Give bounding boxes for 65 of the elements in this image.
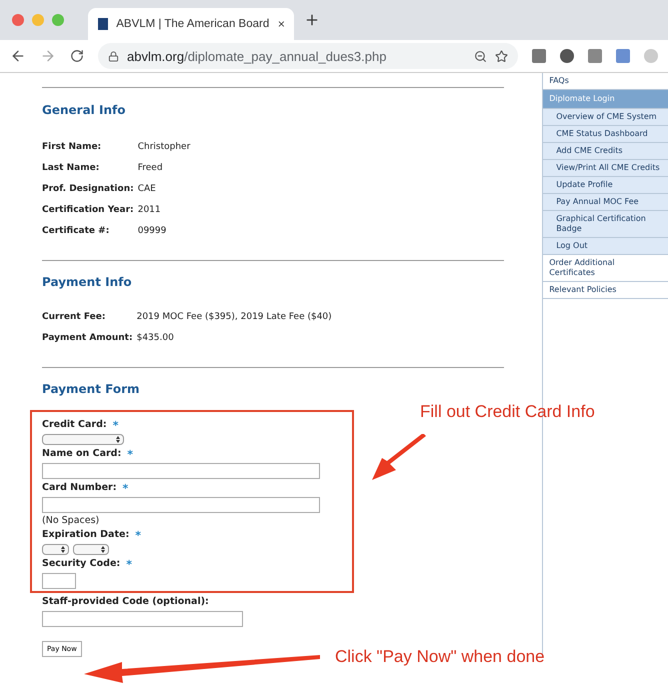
zoom-icon[interactable] [474, 50, 487, 62]
field-label: First Name: [42, 141, 102, 154]
annotation-text: Fill out Credit Card Info [420, 402, 595, 422]
stepper-icon [101, 546, 105, 553]
field-value: 2019 MOC Fee ($395), 2019 Late Fee ($40) [136, 311, 333, 324]
reload-icon[interactable] [70, 49, 84, 63]
field-value: $435.00 [136, 332, 175, 345]
field-value: 09999 [138, 225, 168, 238]
credit-card-select[interactable] [42, 434, 124, 445]
forward-icon[interactable] [40, 48, 56, 64]
required-mark: * [122, 482, 128, 495]
field-value: 2011 [138, 204, 162, 217]
extension-icon[interactable] [560, 49, 574, 63]
input-field[interactable] [42, 497, 320, 513]
year-select[interactable] [73, 544, 109, 555]
close-window-control[interactable] [12, 14, 24, 26]
section-heading: Payment Info [42, 275, 133, 289]
field-label: Expiration Date: [42, 529, 130, 540]
sidebar-item[interactable]: Graphical Certification Badge [543, 211, 668, 238]
required-mark: * [126, 558, 132, 571]
stepper-icon [61, 546, 65, 553]
field-hint: (No Spaces) [42, 515, 100, 526]
required-mark: * [135, 529, 142, 542]
stepper-icon [116, 436, 120, 443]
new-tab-icon[interactable] [304, 12, 320, 28]
field-label: Card Number: [42, 482, 117, 493]
field-value: Freed [138, 162, 164, 175]
input-field[interactable] [42, 611, 243, 627]
input-field[interactable] [42, 463, 320, 479]
sidebar-item[interactable]: View/Print All CME Credits [543, 160, 668, 177]
field-label: Staff-provided Code (optional): [42, 596, 209, 607]
field-label: Payment Amount: [42, 332, 133, 345]
section-heading: Payment Form [42, 382, 140, 396]
back-icon[interactable] [10, 48, 26, 64]
tab-title: ABVLM | The American Board [116, 18, 270, 30]
lock-icon [108, 50, 119, 62]
month-select[interactable] [42, 544, 69, 555]
sidebar-item[interactable]: CME Status Dashboard [543, 126, 668, 143]
field-label: Certification Year: [42, 204, 134, 217]
section-heading: General Info [42, 103, 126, 117]
field-label: Credit Card: [42, 419, 107, 430]
field-value: CAE [138, 183, 157, 196]
field-label: Certificate #: [42, 225, 110, 238]
field-value: Christopher [138, 141, 192, 154]
field-label: Prof. Designation: [42, 183, 134, 196]
annotation-text: Click "Pay Now" when done [335, 647, 545, 667]
sidebar-item[interactable]: Pay Annual MOC Fee [543, 194, 668, 211]
required-mark: * [112, 419, 118, 432]
browser-tab[interactable]: ABVLM | The American Board [88, 8, 294, 40]
field-label: Security Code: [42, 558, 120, 569]
address-bar[interactable]: abvlm.org/diplomate_pay_annual_dues3.php [98, 43, 518, 69]
sidebar-item[interactable]: Add CME Credits [543, 143, 668, 160]
sidebar-item[interactable]: Update Profile [543, 177, 668, 194]
sidebar-item[interactable]: Overview of CME System [543, 109, 668, 126]
field-label: Last Name: [42, 162, 100, 175]
sidebar-item[interactable]: Log Out [543, 238, 668, 255]
minimize-window-control[interactable] [32, 14, 44, 26]
required-mark: * [127, 448, 134, 461]
input-field[interactable] [42, 573, 76, 589]
field-label: Name on Card: [42, 448, 122, 459]
profile-avatar[interactable] [644, 49, 658, 63]
maximize-window-control[interactable] [52, 14, 64, 26]
field-label: Current Fee: [42, 311, 106, 324]
bookmark-star-icon[interactable] [495, 50, 508, 62]
site-favicon [98, 18, 108, 30]
